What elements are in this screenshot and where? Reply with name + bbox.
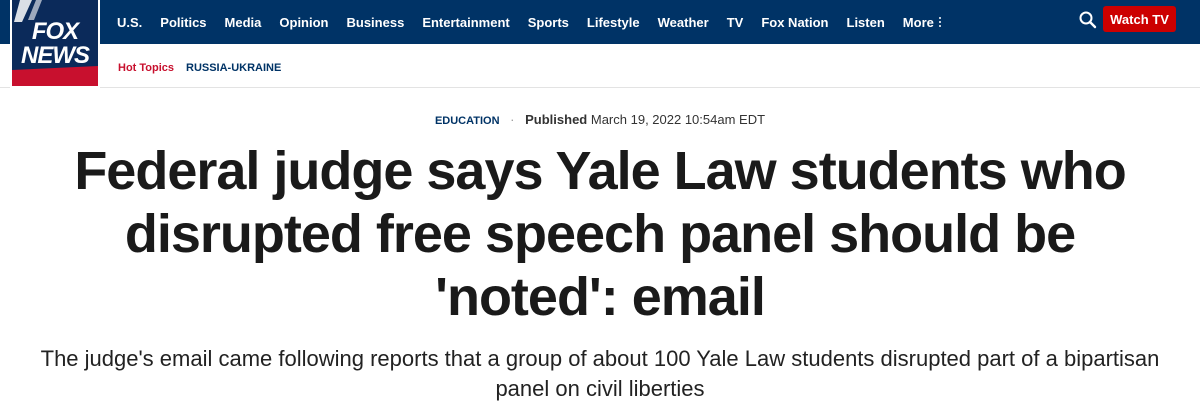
nav-item-entertainment[interactable]: Entertainment xyxy=(422,15,509,30)
top-navigation-bar: U.S. Politics Media Opinion Business Ent… xyxy=(0,0,1200,44)
hot-topics-label: Hot Topics xyxy=(118,62,175,74)
more-label: More xyxy=(902,14,934,30)
article-subheadline: The judge's email came following reports… xyxy=(40,346,1160,401)
logo-word-news: NEWS xyxy=(21,42,90,69)
nav-item-politics[interactable]: Politics xyxy=(160,15,206,30)
article-meta: EDUCATION · Published March 19, 2022 10:… xyxy=(0,112,1200,127)
nav-item-business[interactable]: Business xyxy=(347,15,405,30)
article-headline: Federal judge says Yale Law students who… xyxy=(74,141,1126,327)
published-date: March 19, 2022 10:54am EDT xyxy=(590,112,766,127)
hot-topics-bar: Hot Topics RUSSIA-UKRAINE xyxy=(0,44,1200,88)
nav-item-weather[interactable]: Weather xyxy=(658,15,709,30)
main-nav: U.S. Politics Media Opinion Business Ent… xyxy=(108,0,950,44)
published-label: Published xyxy=(525,112,588,127)
more-menu-button[interactable]: More xyxy=(903,15,941,30)
nav-item-listen[interactable]: Listen xyxy=(847,15,885,30)
category-link[interactable]: EDUCATION xyxy=(435,115,500,127)
nav-item-lifestyle[interactable]: Lifestyle xyxy=(587,15,640,30)
nav-item-sports[interactable]: Sports xyxy=(528,15,569,30)
nav-item-opinion[interactable]: Opinion xyxy=(279,15,328,30)
meta-separator: · xyxy=(510,112,515,127)
nav-item-media[interactable]: Media xyxy=(225,15,262,30)
hot-topic-russia-ukraine[interactable]: RUSSIA-UKRAINE xyxy=(186,62,281,74)
nav-item-us[interactable]: U.S. xyxy=(117,15,142,30)
fox-news-logo[interactable]: FOX NEWS xyxy=(10,0,100,88)
watch-tv-button[interactable]: Watch TV xyxy=(1103,6,1176,32)
nav-item-fox-nation[interactable]: Fox Nation xyxy=(761,15,828,30)
search-icon[interactable] xyxy=(1078,10,1098,30)
nav-item-tv[interactable]: TV xyxy=(727,15,744,30)
logo-word-fox: FOX xyxy=(31,18,79,45)
vertical-dots-icon xyxy=(938,16,941,28)
